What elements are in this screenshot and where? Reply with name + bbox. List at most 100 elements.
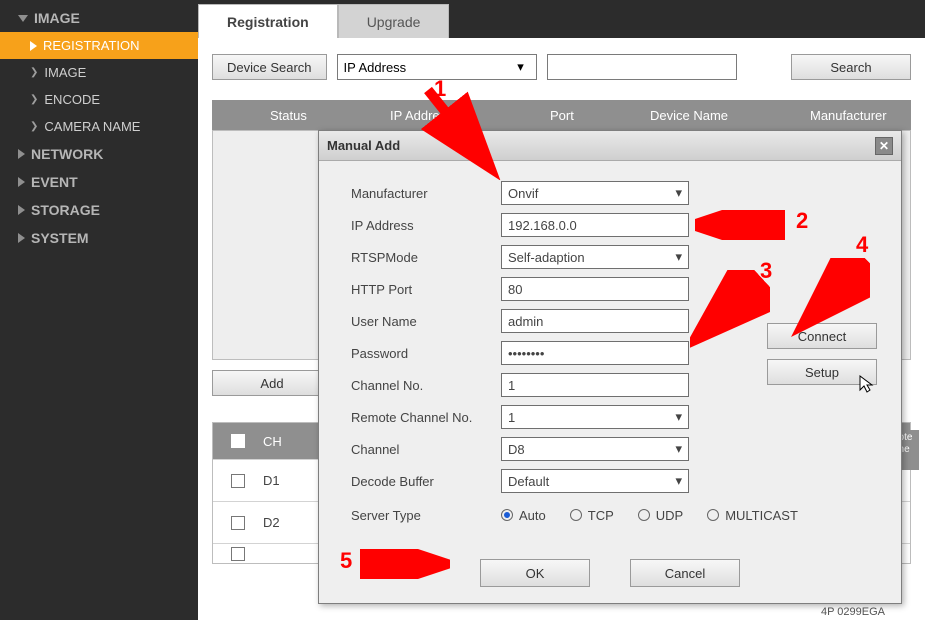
device-search-button[interactable]: Device Search bbox=[212, 54, 327, 80]
radio-label: MULTICAST bbox=[725, 508, 798, 523]
chevron-right-icon bbox=[18, 149, 25, 159]
field-value: Self-adaption bbox=[508, 250, 585, 265]
chevron-right-icon: ❯ bbox=[30, 121, 38, 132]
sidebar-group-storage[interactable]: STORAGE bbox=[0, 196, 198, 224]
channel-cell: D1 bbox=[263, 473, 323, 488]
radio-label: Auto bbox=[519, 508, 546, 523]
dialog-side-buttons: Connect Setup bbox=[767, 323, 877, 385]
sidebar-item-label: IMAGE bbox=[44, 65, 86, 80]
sidebar-group-label: NETWORK bbox=[31, 146, 103, 162]
col-ch: CH bbox=[263, 434, 323, 449]
sidebar-group-image[interactable]: IMAGE bbox=[0, 4, 198, 32]
search-input[interactable] bbox=[547, 54, 737, 80]
chevron-down-icon: ▾ bbox=[512, 59, 530, 75]
label-user-name: User Name bbox=[351, 314, 501, 329]
tab-upgrade[interactable]: Upgrade bbox=[338, 4, 450, 38]
col-status: Status bbox=[258, 108, 378, 123]
radio-label: UDP bbox=[656, 508, 683, 523]
col-device-name: Device Name bbox=[638, 108, 798, 123]
field-value: 1 bbox=[508, 410, 515, 425]
field-value: •••••••• bbox=[508, 346, 544, 361]
sidebar-item-label: ENCODE bbox=[44, 92, 100, 107]
field-value: 1 bbox=[508, 378, 515, 393]
decode-buffer-select[interactable]: Default ▾ bbox=[501, 469, 689, 493]
radio-udp[interactable] bbox=[638, 509, 650, 521]
tab-registration[interactable]: Registration bbox=[198, 4, 338, 38]
label-channel: Channel bbox=[351, 442, 501, 457]
search-toolbar: Device Search IP Address ▾ Search bbox=[212, 54, 911, 80]
sidebar-item-encode[interactable]: ❯ ENCODE bbox=[0, 86, 198, 113]
radio-tcp[interactable] bbox=[570, 509, 582, 521]
setup-button[interactable]: Setup bbox=[767, 359, 877, 385]
sidebar-item-camera-name[interactable]: ❯ CAMERA NAME bbox=[0, 113, 198, 140]
label-channel-no: Channel No. bbox=[351, 378, 501, 393]
sidebar: IMAGE REGISTRATION ❯ IMAGE ❯ ENCODE ❯ CA… bbox=[0, 0, 198, 620]
chevron-right-icon: ❯ bbox=[30, 67, 38, 78]
device-table-header: Status IP Address Port Device Name Manuf… bbox=[212, 100, 911, 130]
channel-select[interactable]: D8 ▾ bbox=[501, 437, 689, 461]
sidebar-item-label: REGISTRATION bbox=[43, 38, 140, 53]
chevron-right-icon bbox=[30, 41, 37, 51]
col-port: Port bbox=[538, 108, 638, 123]
label-http-port: HTTP Port bbox=[351, 282, 501, 297]
chevron-down-icon bbox=[18, 15, 28, 22]
row-checkbox[interactable] bbox=[231, 547, 245, 561]
field-value: Default bbox=[508, 474, 549, 489]
field-value: admin bbox=[508, 314, 543, 329]
select-value: IP Address bbox=[344, 60, 407, 75]
row-checkbox[interactable] bbox=[231, 474, 245, 488]
footer-text: 4P 0299EGA bbox=[821, 606, 885, 618]
chevron-down-icon: ▾ bbox=[675, 441, 682, 457]
chevron-right-icon bbox=[18, 205, 25, 215]
manufacturer-select[interactable]: Onvif ▾ bbox=[501, 181, 689, 205]
sidebar-group-network[interactable]: NETWORK bbox=[0, 140, 198, 168]
radio-label: TCP bbox=[588, 508, 614, 523]
label-rtsp-mode: RTSPMode bbox=[351, 250, 501, 265]
chevron-right-icon bbox=[18, 233, 25, 243]
user-name-input[interactable]: admin bbox=[501, 309, 689, 333]
field-value: Onvif bbox=[508, 186, 538, 201]
label-manufacturer: Manufacturer bbox=[351, 186, 501, 201]
select-all-checkbox[interactable] bbox=[231, 434, 245, 448]
radio-auto[interactable] bbox=[501, 509, 513, 521]
label-ip-address: IP Address bbox=[351, 218, 501, 233]
radio-multicast[interactable] bbox=[707, 509, 719, 521]
sidebar-item-registration[interactable]: REGISTRATION bbox=[0, 32, 198, 59]
server-type-radios: Auto TCP UDP MULTICAST bbox=[501, 508, 798, 523]
dialog-footer: OK Cancel bbox=[319, 549, 901, 603]
col-ip-address: IP Address bbox=[378, 108, 538, 123]
label-remote-channel-no: Remote Channel No. bbox=[351, 410, 501, 425]
tab-bar: Registration Upgrade bbox=[198, 0, 925, 38]
search-button[interactable]: Search bbox=[791, 54, 911, 80]
chevron-down-icon: ▾ bbox=[675, 409, 682, 425]
rtsp-mode-select[interactable]: Self-adaption ▾ bbox=[501, 245, 689, 269]
add-button[interactable]: Add bbox=[212, 370, 332, 396]
dialog-titlebar[interactable]: Manual Add ✕ bbox=[319, 131, 901, 161]
connect-button[interactable]: Connect bbox=[767, 323, 877, 349]
remote-channel-select[interactable]: 1 ▾ bbox=[501, 405, 689, 429]
sidebar-group-label: EVENT bbox=[31, 174, 78, 190]
col-manufacturer: Manufacturer bbox=[798, 108, 911, 123]
sidebar-group-system[interactable]: SYSTEM bbox=[0, 224, 198, 252]
channel-no-input[interactable]: 1 bbox=[501, 373, 689, 397]
chevron-down-icon: ▾ bbox=[675, 249, 682, 265]
tab-label: Registration bbox=[227, 14, 309, 30]
dialog-title: Manual Add bbox=[327, 138, 400, 153]
sidebar-group-label: STORAGE bbox=[31, 202, 100, 218]
label-server-type: Server Type bbox=[351, 508, 501, 523]
sidebar-group-label: SYSTEM bbox=[31, 230, 89, 246]
search-filter-select[interactable]: IP Address ▾ bbox=[337, 54, 537, 80]
channel-cell: D2 bbox=[263, 515, 323, 530]
cancel-button[interactable]: Cancel bbox=[630, 559, 740, 587]
sidebar-group-event[interactable]: EVENT bbox=[0, 168, 198, 196]
http-port-input[interactable]: 80 bbox=[501, 277, 689, 301]
row-checkbox[interactable] bbox=[231, 516, 245, 530]
close-icon[interactable]: ✕ bbox=[875, 137, 893, 155]
sidebar-item-label: CAMERA NAME bbox=[44, 119, 140, 134]
sidebar-group-label: IMAGE bbox=[34, 10, 80, 26]
ip-address-input[interactable]: 192.168.0.0 bbox=[501, 213, 689, 237]
ok-button[interactable]: OK bbox=[480, 559, 590, 587]
sidebar-item-image[interactable]: ❯ IMAGE bbox=[0, 59, 198, 86]
label-decode-buffer: Decode Buffer bbox=[351, 474, 501, 489]
password-input[interactable]: •••••••• bbox=[501, 341, 689, 365]
